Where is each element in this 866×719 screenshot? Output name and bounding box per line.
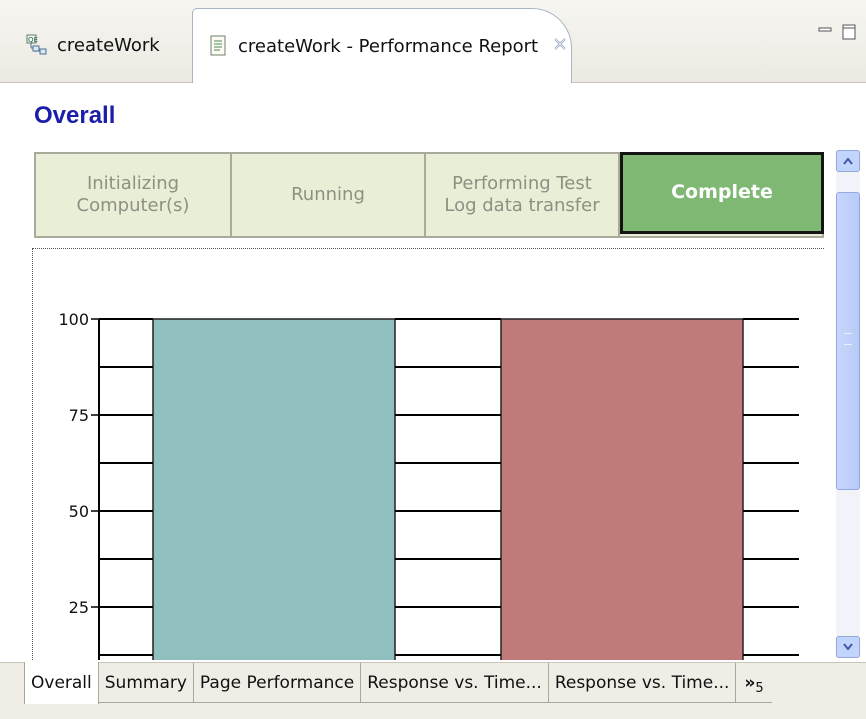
tab-response-vs-time-1[interactable]: Response vs. Time...: [361, 663, 549, 703]
grip-icon: [844, 333, 852, 345]
report-page-tabs: Overall Summary Page Performance Respons…: [0, 662, 866, 719]
stage-initializing: Initializing Computer(s): [36, 154, 232, 236]
scroll-up-icon[interactable]: [836, 150, 860, 172]
close-icon[interactable]: [552, 36, 568, 56]
editor-tab-bar: QE createWork createWork - Performance R…: [0, 0, 866, 83]
tab-overall[interactable]: Overall: [24, 662, 99, 704]
tab-performance-report[interactable]: createWork - Performance Report: [192, 8, 572, 83]
editor-window: QE createWork createWork - Performance R…: [0, 0, 866, 719]
tab-label: createWork: [57, 34, 160, 56]
page-title: Overall: [34, 102, 116, 129]
vertical-scrollbar[interactable]: [836, 150, 860, 658]
stage-label: Performing Test Log data transfer: [444, 172, 600, 217]
tab-creatework[interactable]: QE createWork: [16, 8, 188, 82]
chevron-double-right-icon: »: [744, 672, 756, 693]
chart-tick-label: 100: [58, 310, 89, 329]
tab-response-vs-time-2[interactable]: Response vs. Time...: [548, 663, 737, 703]
chart-canvas: 25 50 75 100: [58, 310, 799, 660]
stage-performing-transfer: Performing Test Log data transfer: [426, 154, 620, 236]
tab-label: createWork - Performance Report: [238, 35, 539, 57]
tab-page-performance[interactable]: Page Performance: [193, 663, 362, 703]
window-controls: [818, 24, 856, 40]
overall-chart: 25 50 75 100: [32, 248, 824, 660]
schedule-icon: QE: [26, 34, 48, 56]
chart-bar: [500, 318, 744, 660]
chart-tick-label: 25: [69, 598, 89, 617]
maximize-icon[interactable]: [842, 24, 856, 40]
chart-tick-label: 75: [69, 406, 89, 425]
tab-summary[interactable]: Summary: [98, 663, 194, 703]
run-status-strip: Initializing Computer(s) Running Perform…: [34, 152, 824, 238]
report-icon: [207, 35, 229, 57]
scrollbar-thumb[interactable]: [836, 192, 860, 490]
minimize-icon[interactable]: [818, 24, 832, 40]
hidden-tab-count: 5: [755, 681, 764, 696]
svg-text:QE: QE: [28, 36, 38, 44]
stage-complete: Complete: [620, 152, 824, 234]
more-tabs-button[interactable]: » 5: [736, 663, 772, 703]
chart-tick-label: 50: [69, 502, 89, 521]
chart-bar: [152, 318, 396, 660]
scroll-down-icon[interactable]: [836, 636, 860, 658]
stage-running: Running: [232, 154, 426, 236]
